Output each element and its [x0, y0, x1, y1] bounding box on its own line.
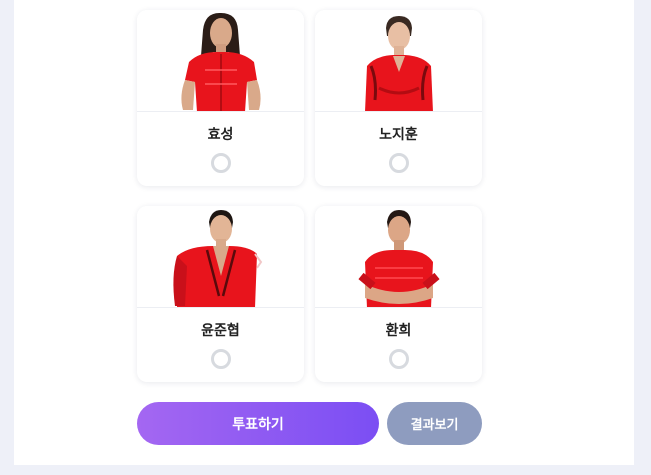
candidate-card-2[interactable]: 노지훈 — [315, 10, 482, 186]
candidate-card-4[interactable]: 환희 — [315, 206, 482, 382]
candidate-photo-4 — [315, 206, 482, 308]
candidate-radio-2[interactable] — [388, 153, 409, 173]
candidate-card-3[interactable]: 윤준협 — [137, 206, 304, 382]
candidate-name: 윤준협 — [201, 323, 240, 339]
candidate-photo-2 — [315, 10, 482, 112]
view-results-button[interactable]: 결과보기 — [387, 402, 482, 445]
candidate-radio-1[interactable] — [210, 153, 231, 173]
candidate-card-1[interactable]: 효성 — [137, 10, 304, 186]
candidate-photo-3 — [137, 206, 304, 308]
candidate-photo-1 — [137, 10, 304, 112]
candidate-radio-3[interactable] — [210, 349, 231, 369]
vote-button[interactable]: 투표하기 — [137, 402, 379, 445]
vote-actions: 투표하기 결과보기 — [137, 402, 482, 445]
candidate-grid: 효성 노지훈 윤준협 환희 — [137, 10, 483, 382]
candidate-name: 환희 — [385, 323, 412, 339]
candidate-name: 효성 — [207, 127, 234, 143]
candidate-name: 노지훈 — [379, 127, 418, 143]
candidate-radio-4[interactable] — [388, 349, 409, 369]
